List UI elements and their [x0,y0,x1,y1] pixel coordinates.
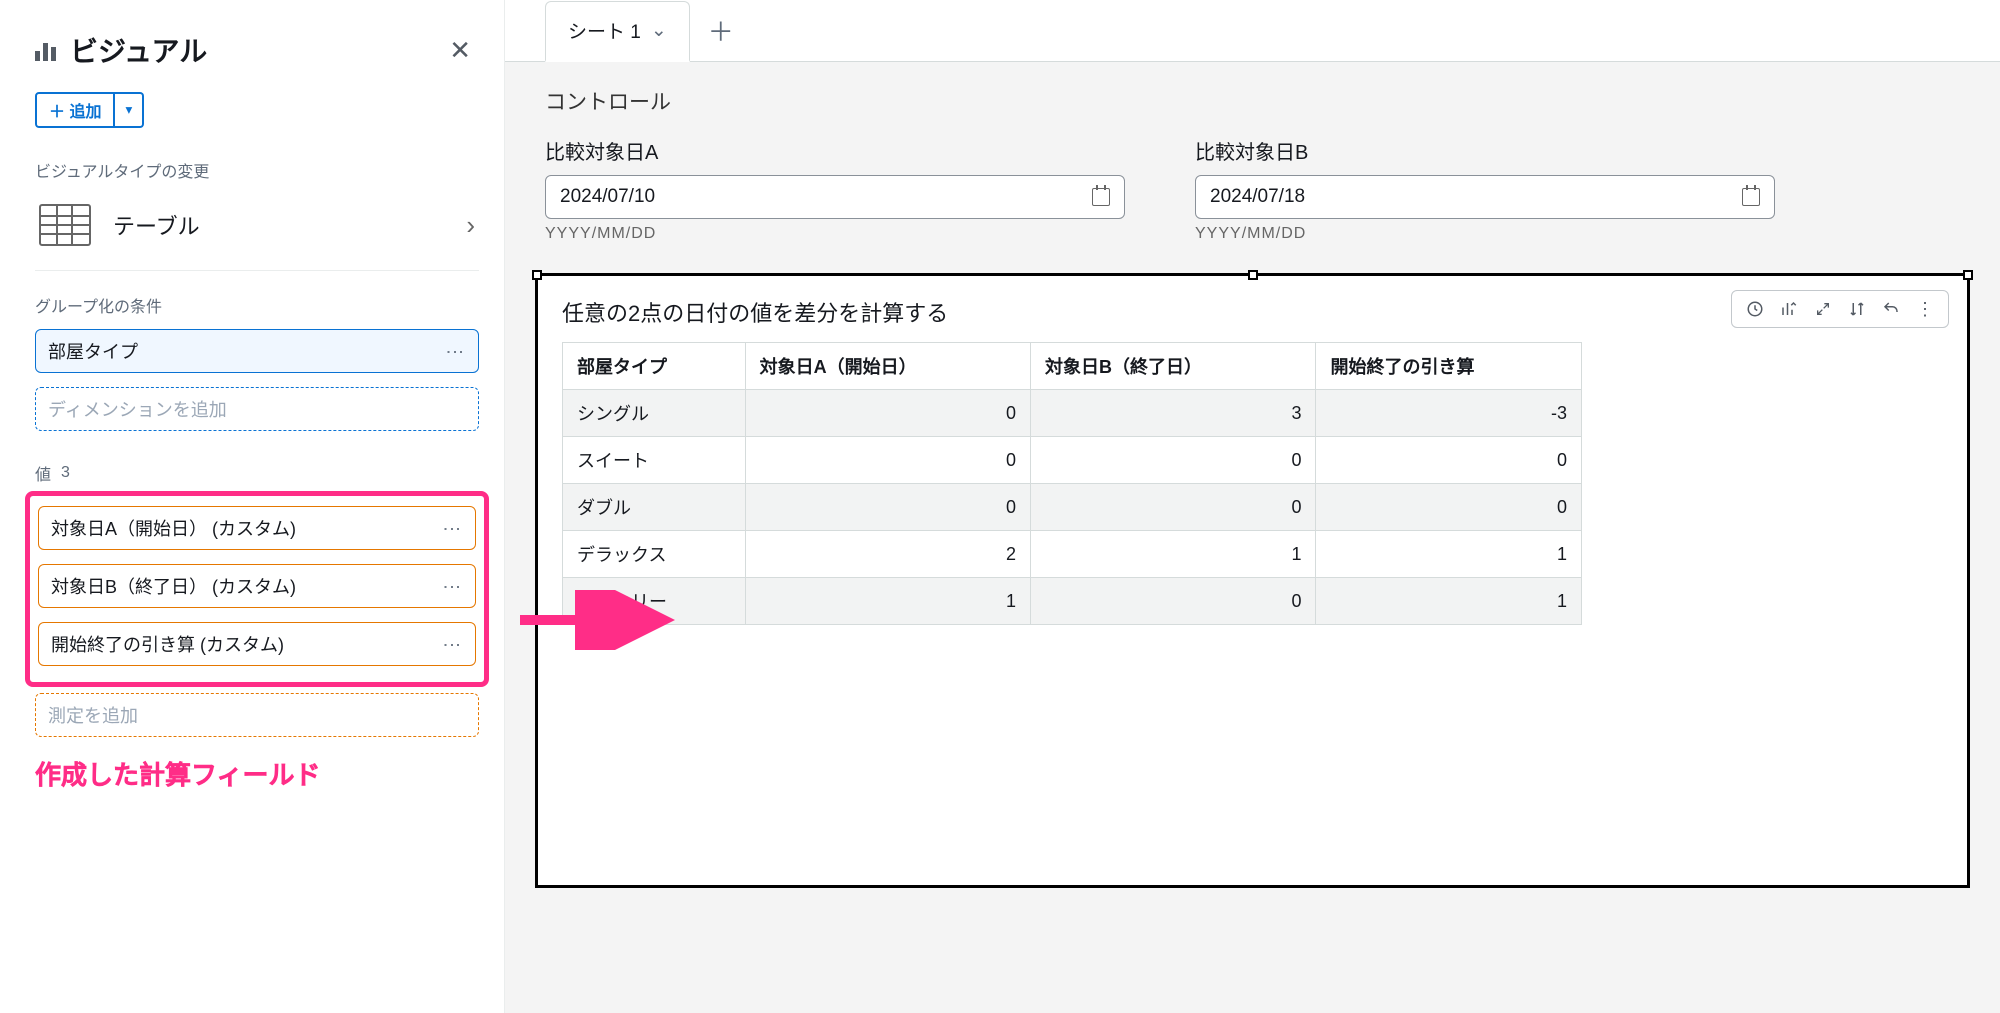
visual-title[interactable]: 任意の2点の日付の値を差分を計算する [562,296,948,328]
visual-type-selector[interactable]: テーブル › [35,194,479,271]
resize-handle[interactable] [1963,270,1973,280]
table-row: シングル03-3 [563,390,1582,437]
add-sheet-button[interactable]: ＋ [708,12,734,49]
control-label: 比較対象日B [1195,136,1775,165]
table-row: デラックス211 [563,531,1582,578]
add-button-group: ＋ 追加 ▾ [35,92,144,128]
date-input-value: 2024/07/18 [1210,186,1305,208]
field-menu-icon[interactable]: ⋮ [441,636,463,653]
value-field-name: 対象日B（終了日） (カスタム) [51,573,296,599]
sheet-tab[interactable]: シート 1 ⌄ [545,1,690,62]
sheet-canvas-area: シート 1 ⌄ ＋ コントロール 比較対象日A 2024/07/10 YYYY/… [505,0,2000,1013]
date-input-value: 2024/07/10 [560,186,655,208]
value-field-pill[interactable]: 対象日B（終了日） (カスタム) ⋮ [38,564,476,608]
value-field-pill[interactable]: 開始終了の引き算 (カスタム) ⋮ [38,622,476,666]
visual-type-name: テーブル [113,209,200,241]
control-date-b: 比較対象日B 2024/07/18 YYYY/MM/DD [1195,136,1775,243]
value-count: 3 [61,464,70,482]
visual-toolbar: ⋮ [1731,290,1949,328]
sheet-tab-label: シート 1 [568,17,641,44]
date-format-hint: YYYY/MM/DD [545,225,1125,243]
calc-fields-highlight: 対象日A（開始日） (カスタム) ⋮ 対象日B（終了日） (カスタム) ⋮ 開始… [25,491,489,687]
calendar-icon[interactable] [1092,188,1110,206]
panel-title: ビジュアル [70,30,207,70]
resize-handle[interactable] [532,270,542,280]
table-row: スイート000 [563,437,1582,484]
value-field-name: 対象日A（開始日） (カスタム) [51,515,296,541]
controls-section-label: コントロール [505,62,2000,136]
field-menu-icon[interactable]: ⋮ [441,578,463,595]
result-table: 部屋タイプ 対象日A（開始日） 対象日B（終了日） 開始終了の引き算 シングル0… [562,342,1582,625]
calc-field-annotation: 作成した計算フィールド [35,755,479,792]
add-dimension-placeholder: ディメンションを追加 [48,396,227,422]
table-header[interactable]: 対象日B（終了日） [1031,343,1316,390]
table-header[interactable]: 開始終了の引き算 [1316,343,1582,390]
maximize-icon[interactable] [1806,295,1840,323]
group-by-field-name: 部屋タイプ [48,338,138,364]
table-header-row: 部屋タイプ 対象日A（開始日） 対象日B（終了日） 開始終了の引き算 [563,343,1582,390]
field-menu-icon[interactable]: ⋮ [444,343,466,360]
close-panel-button[interactable]: ✕ [441,31,479,70]
change-visual-type-label: ビジュアルタイプの変更 [35,158,479,182]
insight-icon[interactable] [1772,295,1806,323]
table-header[interactable]: 部屋タイプ [563,343,746,390]
visual-config-panel: ビジュアル ✕ ＋ 追加 ▾ ビジュアルタイプの変更 テーブル › グループ化の… [0,0,505,1013]
chevron-down-icon[interactable]: ⌄ [651,19,667,42]
add-dimension-dropzone[interactable]: ディメンションを追加 [35,387,479,431]
date-input-a[interactable]: 2024/07/10 [545,175,1125,219]
sort-icon[interactable] [1840,295,1874,323]
control-date-a: 比較対象日A 2024/07/10 YYYY/MM/DD [545,136,1125,243]
add-button[interactable]: ＋ 追加 [35,92,115,128]
table-row: ファミリー101 [563,578,1582,625]
sheet-tabs-bar: シート 1 ⌄ ＋ [505,0,2000,62]
date-input-b[interactable]: 2024/07/18 [1195,175,1775,219]
chevron-right-icon: › [466,210,475,241]
date-format-hint: YYYY/MM/DD [1195,225,1775,243]
table-row: ダブル000 [563,484,1582,531]
resize-handle[interactable] [1248,270,1258,280]
control-label: 比較対象日A [545,136,1125,165]
field-menu-icon[interactable]: ⋮ [441,520,463,537]
value-field-name: 開始終了の引き算 (カスタム) [51,631,284,657]
value-section-label: 値 [35,461,51,485]
add-measure-placeholder: 測定を追加 [48,702,138,728]
filter-icon[interactable] [1738,295,1772,323]
visual-panel-icon [35,39,56,61]
add-button-dropdown[interactable]: ▾ [115,92,144,128]
table-type-icon [39,204,91,246]
value-field-pill[interactable]: 対象日A（開始日） (カスタム) ⋮ [38,506,476,550]
calendar-icon[interactable] [1742,188,1760,206]
group-by-field-pill[interactable]: 部屋タイプ ⋮ [35,329,479,373]
more-menu-icon[interactable]: ⋮ [1908,295,1942,323]
table-header[interactable]: 対象日A（開始日） [745,343,1030,390]
visual-container-selected[interactable]: 任意の2点の日付の値を差分を計算する ⋮ [535,273,1970,888]
add-measure-dropzone[interactable]: 測定を追加 [35,693,479,737]
undo-icon[interactable] [1874,295,1908,323]
group-by-label: グループ化の条件 [35,293,479,317]
